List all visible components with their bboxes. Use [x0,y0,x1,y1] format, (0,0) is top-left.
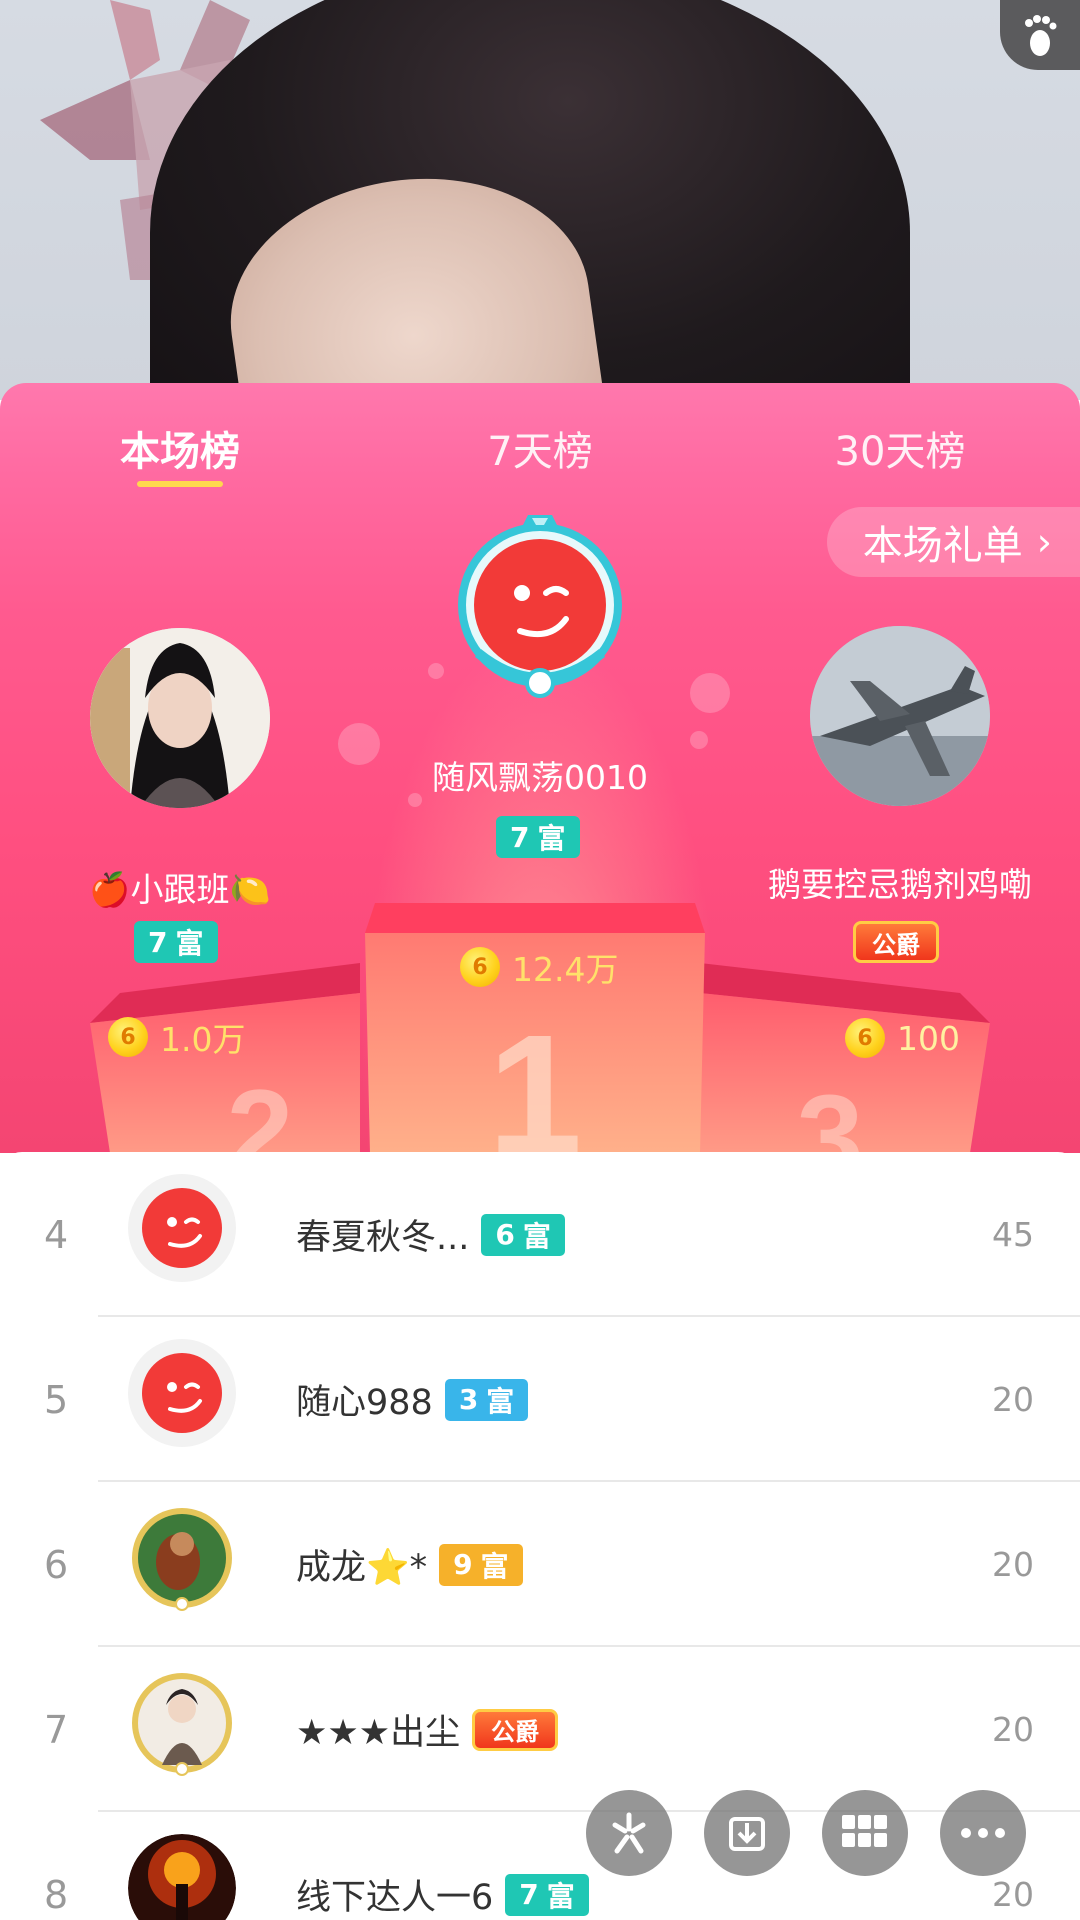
list-item[interactable]: 5 随心988 3富 20 [0,1317,1080,1482]
tab-label: 本场榜 [120,429,240,475]
grid-menu-button[interactable] [822,1790,908,1876]
user-photo [128,1834,236,1920]
live-video-area [0,0,1080,400]
top1-avatar[interactable] [448,513,632,703]
bubble [428,663,444,679]
avatar[interactable] [128,1834,236,1920]
rank-number: 8 [44,1872,69,1917]
avatar[interactable] [128,1504,236,1612]
list-item[interactable]: 8 线下达人一6 7富 20 [0,1812,1080,1920]
avatar[interactable] [128,1669,236,1777]
framed-avatar-icon [132,1508,232,1611]
footprint-icon [1025,15,1057,56]
contribution-value: 20 [992,1380,1034,1419]
footprint-button[interactable] [1000,0,1080,70]
avatar[interactable] [128,1339,236,1447]
tab-label: 7天榜 [487,429,593,475]
rank-number: 4 [44,1212,69,1257]
top3-duke-badge: 公爵 [853,921,939,963]
rich-level-badge: 3富 [444,1378,529,1421]
download-button[interactable] [704,1790,790,1876]
contribution-value: 20 [992,1545,1034,1584]
tab-label: 30天榜 [834,429,966,475]
coin-icon: 6 [845,1018,885,1058]
more-button[interactable] [940,1790,1026,1876]
rank-number: 7 [44,1707,69,1752]
top2-rich-badge: 7 富 [134,921,218,963]
more-dots-icon [961,1828,1005,1838]
top3-nickname: 鹅要控忌鹅剂鸡嘞 [768,865,1032,904]
tab-7-days[interactable]: 7天榜 [360,383,720,513]
mascot-avatar-icon [142,1353,222,1433]
user-name: 随心988 3富 [296,1317,529,1482]
list-item[interactable]: 4 春夏秋冬... 6富 45 [0,1152,1080,1317]
rich-level-badge: 7富 [505,1873,589,1916]
gift-list-label: 本场礼单 [862,523,1023,569]
user-name: 春夏秋冬... 6富 [296,1152,565,1317]
tab-30-days[interactable]: 30天榜 [720,383,1080,513]
ranking-tabs: 本场榜 7天榜 30天榜 [0,383,1080,513]
contribution-value: 20 [992,1710,1034,1749]
top1-score: 6 12.4万 [460,943,618,991]
jet-photo [810,626,990,806]
gift-list-button[interactable]: 本场礼单 › [826,507,1080,577]
top3-avatar[interactable] [810,626,990,806]
bubble [690,731,708,749]
crown-frame-icon [458,515,622,698]
bubble [690,673,730,713]
svg-text:2: 2 [227,1065,294,1153]
top2-avatar[interactable] [90,628,270,808]
sparkle-icon [612,1812,646,1854]
user-photo [90,628,270,808]
rank-number: 6 [44,1542,69,1587]
download-icon [729,1817,765,1851]
user-name: ★★★出尘 公爵 [296,1647,559,1812]
ranking-panel: 本场榜 7天榜 30天榜 本场礼单 › 1 2 3 随风飘荡0010 7 富 6… [0,383,1080,1153]
rank-number: 5 [44,1377,69,1422]
list-item[interactable]: 6 成龙⭐* 9富 20 [0,1482,1080,1647]
top1-nickname: 随风飘荡0010 [432,758,648,797]
ranking-list: 4 春夏秋冬... 6富 45 5 随心988 3 富 20 6 成龙⭐* 9 … [0,1152,1080,1920]
svg-text:1: 1 [488,1000,583,1153]
coin-icon: 6 [108,1017,148,1057]
user-name: 成龙⭐* 9富 [296,1482,523,1647]
user-name: 线下达人一6 7富 [296,1812,589,1920]
avatar[interactable] [128,1174,236,1282]
sparkle-button[interactable] [586,1790,672,1876]
top3-score: 6 100 [845,1018,960,1058]
duke-badge: 公爵 [472,1708,559,1751]
bubble [338,723,380,765]
svg-text:3: 3 [797,1070,864,1153]
top1-rich-badge: 7 富 [496,816,580,858]
active-tab-underline [137,481,223,487]
grid-icon [842,1815,887,1847]
coin-icon: 6 [460,947,500,987]
rich-level-badge: 6富 [481,1213,565,1256]
contribution-value: 45 [992,1215,1034,1254]
chevron-right-icon: › [1036,520,1052,564]
top2-score: 6 1.0万 [108,1013,245,1061]
tab-this-show[interactable]: 本场榜 [0,383,360,513]
rich-level-badge: 9富 [439,1543,523,1586]
mascot-avatar-icon [142,1188,222,1268]
list-item[interactable]: 7 ★★★出尘 公爵 20 [0,1647,1080,1812]
framed-avatar-icon [132,1673,232,1776]
top2-nickname: 🍎小跟班🍋 [89,870,271,909]
